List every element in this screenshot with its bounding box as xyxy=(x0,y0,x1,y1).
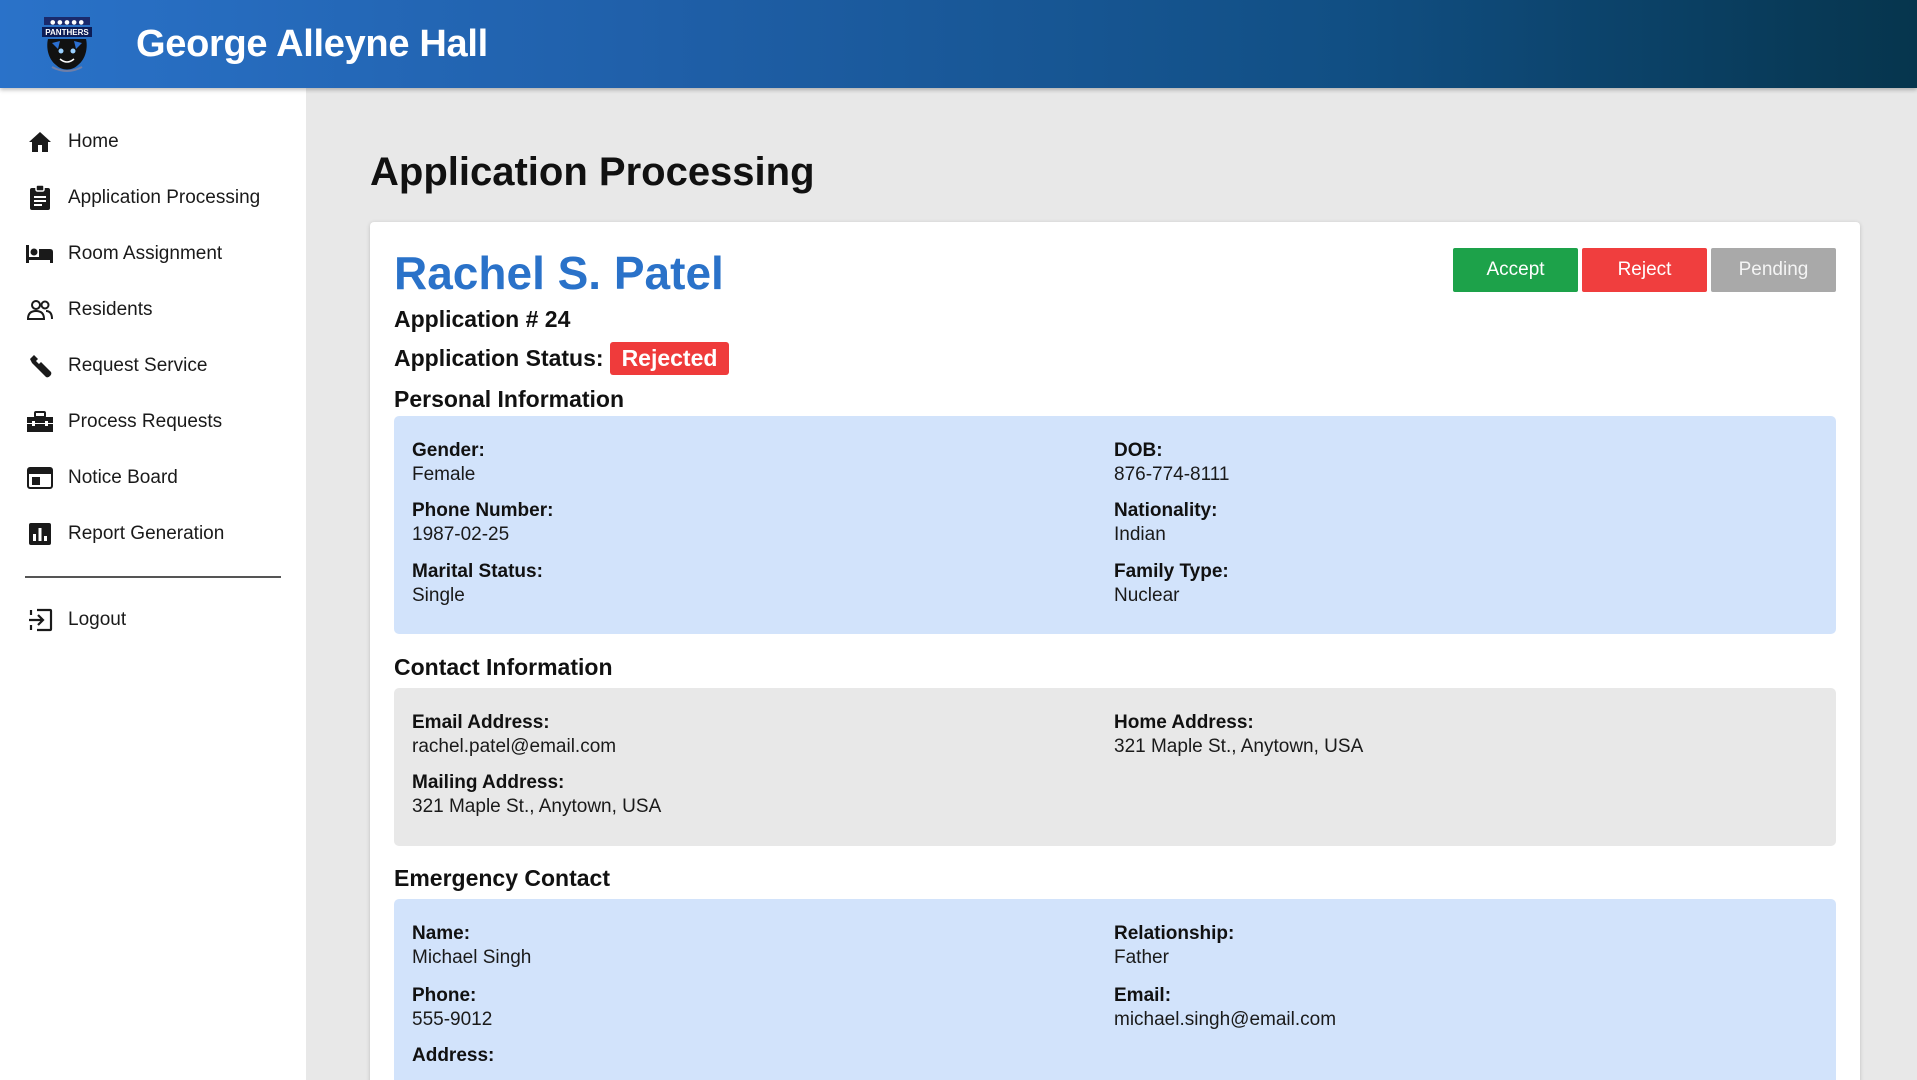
chart-icon xyxy=(26,520,54,548)
family-type-label: Family Type: xyxy=(1114,561,1229,582)
sidebar-item-residents[interactable]: Residents xyxy=(0,282,306,338)
application-status: Application Status: Rejected xyxy=(394,342,730,375)
marital-status-field: Marital Status: Single xyxy=(412,561,1052,607)
sidebar-item-request-service[interactable]: Request Service xyxy=(0,338,306,394)
applicant-name: Rachel S. Patel xyxy=(394,247,724,299)
emergency-address-field: Address: xyxy=(412,1045,1052,1067)
bed-icon xyxy=(26,240,54,268)
personal-info-title: Personal Information xyxy=(394,386,625,412)
mailing-address-value: 321 Maple St., Anytown, USA xyxy=(412,796,662,817)
sidebar-item-label: Logout xyxy=(68,609,127,630)
sidebar-item-label: Residents xyxy=(68,299,153,320)
nationality-label: Nationality: xyxy=(1114,500,1218,521)
sidebar-item-label: Process Requests xyxy=(68,411,223,432)
status-label: Application Status: xyxy=(394,345,604,371)
sidebar-divider xyxy=(25,576,281,578)
contact-info-title: Contact Information xyxy=(394,654,613,680)
phone-number-value: 1987-02-25 xyxy=(412,524,510,545)
sidebar-item-report-generation[interactable]: Report Generation xyxy=(0,506,306,562)
panthers-logo-icon[interactable]: ● ● ● ● ● PANTHERS xyxy=(36,13,98,75)
gender-field: Gender: Female xyxy=(412,440,1052,486)
logout-icon xyxy=(26,606,54,634)
dob-field: DOB: 876-774-8111 xyxy=(1114,440,1754,486)
mailing-address-field: Mailing Address: 321 Maple St., Anytown,… xyxy=(412,772,1052,818)
reject-button[interactable]: Reject xyxy=(1582,248,1707,292)
emergency-phone-value: 555-9012 xyxy=(412,1009,493,1030)
email-address-value: rachel.patel@email.com xyxy=(412,736,617,757)
emergency-address-label: Address: xyxy=(412,1045,495,1066)
home-address-field: Home Address: 321 Maple St., Anytown, US… xyxy=(1114,712,1754,758)
sidebar-item-label: Room Assignment xyxy=(68,243,223,264)
phone-number-label: Phone Number: xyxy=(412,500,554,521)
sidebar-item-label: Home xyxy=(68,131,119,152)
sidebar-item-room-assignment[interactable]: Room Assignment xyxy=(0,226,306,282)
family-type-field: Family Type: Nuclear xyxy=(1114,561,1754,607)
home-address-value: 321 Maple St., Anytown, USA xyxy=(1114,736,1364,757)
emergency-phone-label: Phone: xyxy=(412,985,477,1006)
emergency-phone-field: Phone: 555-9012 xyxy=(412,985,1052,1031)
sidebar-item-home[interactable]: Home xyxy=(0,114,306,170)
page-title: Application Processing xyxy=(370,150,815,194)
emergency-email-label: Email: xyxy=(1114,985,1172,1006)
clipboard-icon xyxy=(26,184,54,212)
accept-button[interactable]: Accept xyxy=(1453,248,1578,292)
gender-label: Gender: xyxy=(412,440,485,461)
relationship-field: Relationship: Father xyxy=(1114,923,1754,969)
emergency-name-field: Name: Michael Singh xyxy=(412,923,1052,969)
svg-text:● ● ● ● ●: ● ● ● ● ● xyxy=(50,19,84,26)
sidebar-item-label: Report Generation xyxy=(68,523,225,544)
wrench-icon xyxy=(26,352,54,380)
contact-info-box: Email Address: rachel.patel@email.com Ho… xyxy=(394,688,1836,846)
sidebar-item-logout[interactable]: Logout xyxy=(0,592,306,648)
top-bar: ● ● ● ● ● PANTHERS George Alleyne Hall xyxy=(0,0,1917,88)
emergency-contact-box: Name: Michael Singh Relationship: Father… xyxy=(394,899,1836,1080)
home-address-label: Home Address: xyxy=(1114,712,1254,733)
nationality-field: Nationality: Indian xyxy=(1114,500,1754,546)
relationship-label: Relationship: xyxy=(1114,923,1235,944)
dob-value: 876-774-8111 xyxy=(1114,464,1230,485)
pending-button[interactable]: Pending xyxy=(1711,248,1836,292)
relationship-value: Father xyxy=(1114,947,1169,968)
status-badge: Rejected xyxy=(609,342,730,375)
email-address-field: Email Address: rachel.patel@email.com xyxy=(412,712,1052,758)
email-address-label: Email Address: xyxy=(412,712,550,733)
sidebar-item-label: Application Processing xyxy=(68,187,261,208)
emergency-email-field: Email: michael.singh@email.com xyxy=(1114,985,1754,1031)
nationality-value: Indian xyxy=(1114,524,1166,545)
emergency-email-value: michael.singh@email.com xyxy=(1114,1009,1337,1030)
sidebar-item-application-processing[interactable]: Application Processing xyxy=(0,170,306,226)
people-icon xyxy=(26,296,54,324)
marital-status-label: Marital Status: xyxy=(412,561,543,582)
emergency-name-label: Name: xyxy=(412,923,471,944)
sidebar-item-label: Request Service xyxy=(68,355,208,376)
marital-status-value: Single xyxy=(412,585,465,606)
board-icon xyxy=(26,464,54,492)
sidebar-item-notice-board[interactable]: Notice Board xyxy=(0,450,306,506)
personal-info-box: Gender: Female DOB: 876-774-8111 Phone N… xyxy=(394,416,1836,634)
phone-number-field: Phone Number: 1987-02-25 xyxy=(412,500,1052,546)
application-card: Rachel S. Patel Application # 24 Applica… xyxy=(370,222,1860,1080)
mailing-address-label: Mailing Address: xyxy=(412,772,565,793)
sidebar-item-process-requests[interactable]: Process Requests xyxy=(0,394,306,450)
sidebar: Home Application Processing Room Assignm… xyxy=(0,88,306,1080)
gender-value: Female xyxy=(412,464,476,485)
main-content: Application Processing Rachel S. Patel A… xyxy=(306,88,1917,1080)
svg-text:PANTHERS: PANTHERS xyxy=(45,28,89,37)
sidebar-item-label: Notice Board xyxy=(68,467,178,488)
site-title: George Alleyne Hall xyxy=(136,22,488,65)
home-icon xyxy=(26,128,54,156)
emergency-contact-title: Emergency Contact xyxy=(394,865,611,891)
application-number: Application # 24 xyxy=(394,306,571,332)
action-buttons: Accept Reject Pending xyxy=(1453,248,1836,292)
emergency-name-value: Michael Singh xyxy=(412,947,532,968)
family-type-value: Nuclear xyxy=(1114,585,1180,606)
dob-label: DOB: xyxy=(1114,440,1163,461)
toolbox-icon xyxy=(26,408,54,436)
